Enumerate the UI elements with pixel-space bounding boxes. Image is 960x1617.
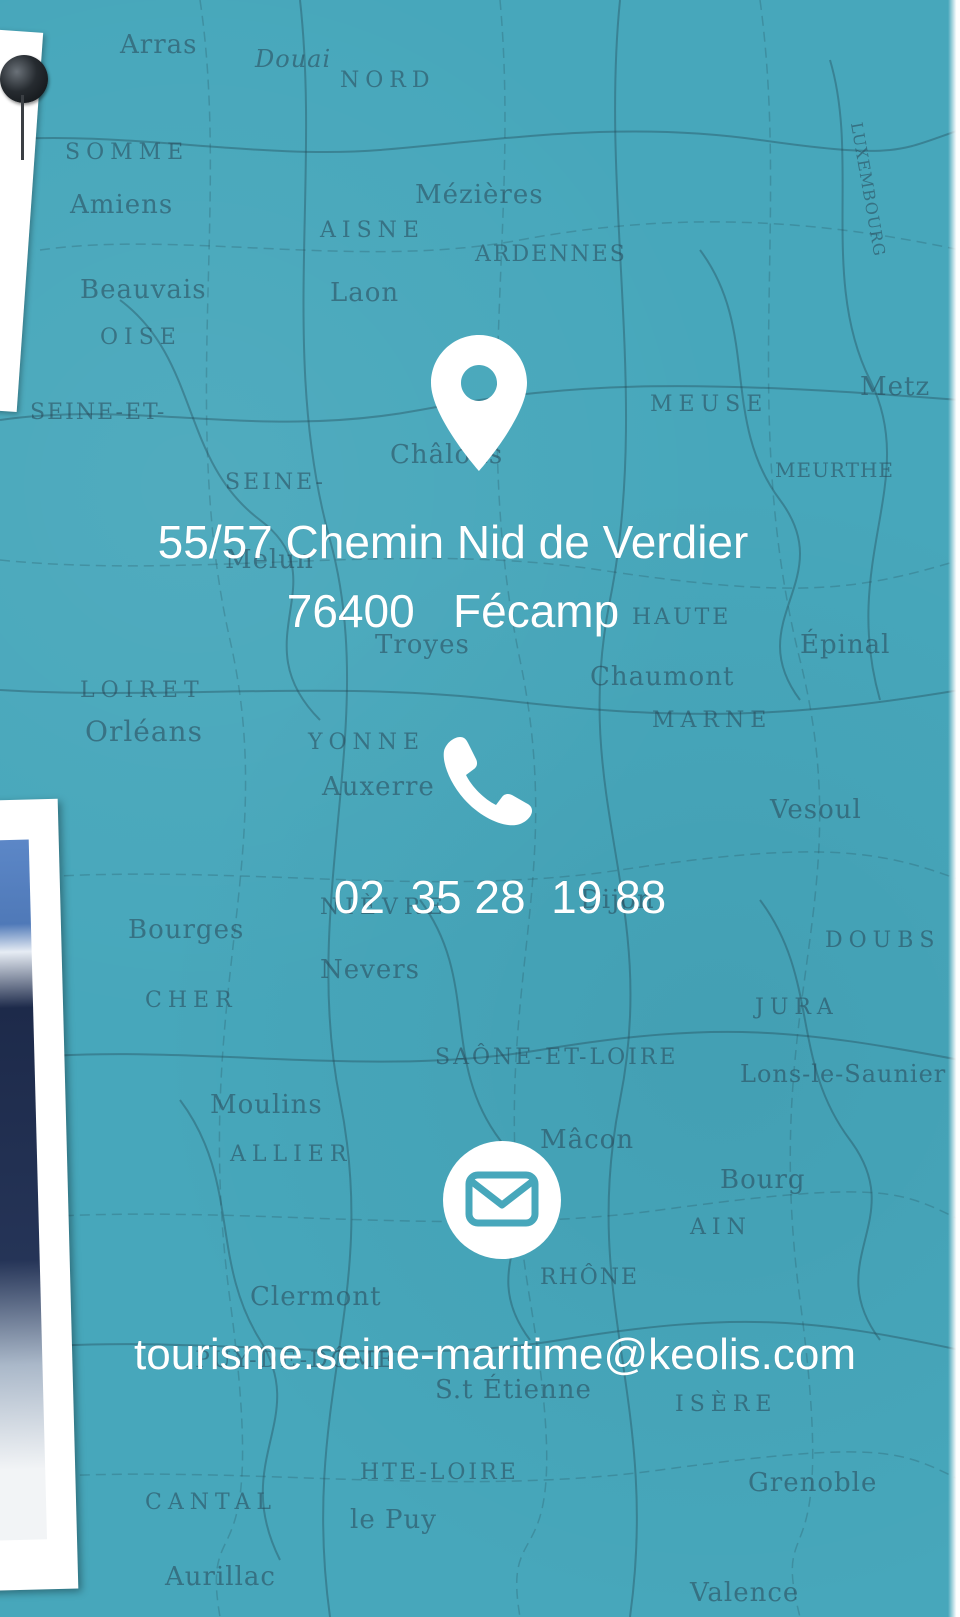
- envelope-icon[interactable]: [443, 1141, 561, 1259]
- address-line-1: 55/57 Chemin Nid de Verdier: [157, 516, 749, 568]
- contact-page: Arras Douai NORD SOMME Amiens Mézières A…: [0, 0, 960, 1617]
- email-address[interactable]: tourisme.seine-maritime@keolis.com: [15, 1330, 960, 1380]
- contact-info: 55/57 Chemin Nid de Verdier 76400 Fécamp…: [0, 0, 960, 1617]
- address-line-2: 76400 Fécamp: [286, 585, 620, 637]
- phone-number[interactable]: 02 35 28 19 88: [20, 870, 960, 924]
- phone-icon: [440, 733, 536, 829]
- map-pin-icon: [431, 335, 527, 471]
